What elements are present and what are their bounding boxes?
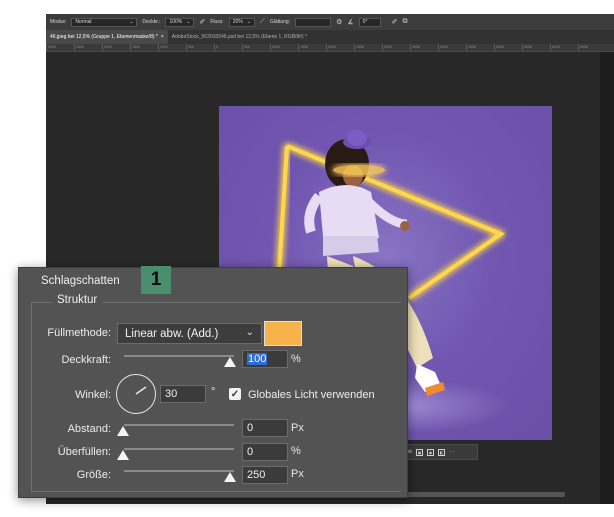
opacity-slider-thumb[interactable]: [224, 357, 236, 367]
light-flare: [333, 165, 385, 175]
spread-slider-thumb[interactable]: [117, 450, 129, 460]
mode-select[interactable]: Normal ⌄: [71, 17, 138, 27]
ruler-tick: 500: [186, 44, 214, 51]
opacity-label: Deckkr.:: [142, 19, 161, 25]
angle-dial-needle: [135, 385, 146, 395]
panel-title: Schlagschatten: [41, 275, 120, 287]
distance-label: Abstand:: [67, 423, 111, 435]
shadow-color-swatch[interactable]: [264, 321, 302, 346]
horizontal-scrollbar[interactable]: [405, 492, 565, 497]
ruler-tick: 5000: [494, 44, 522, 51]
options-bar: Modus: Normal ⌄ Deckkr.: 100% ⌄ ✐ Fluss:…: [46, 14, 614, 30]
opacity-input[interactable]: 100: [242, 350, 288, 368]
distance-slider-track[interactable]: [124, 424, 234, 426]
mode-value: Normal: [75, 19, 92, 25]
document-tabs: 46.jpeg bei 12,5% (Gruppe 1, Ebenenmaske…: [46, 30, 614, 44]
spread-label: Überfüllen:: [57, 446, 111, 458]
angle-unit: °: [211, 386, 216, 398]
smoothing-input[interactable]: [295, 17, 332, 27]
chevron-down-icon: ⌄: [245, 327, 254, 338]
ruler-tick: 4500: [466, 44, 494, 51]
global-light-label: Globales Licht verwenden: [248, 389, 375, 401]
pressure-size-icon[interactable]: ✐: [392, 18, 398, 26]
camera-icon[interactable]: ◉: [427, 448, 434, 456]
tab-document-2[interactable]: AdobeStock_562016546.psd bei 12,5% (Eben…: [168, 30, 311, 44]
blend-mode-label: Füllmethode:: [47, 327, 111, 339]
spread-value: 0: [247, 446, 254, 458]
flow-label: Fluss:: [210, 19, 224, 25]
mode-label: Modus:: [50, 19, 67, 25]
opacity-select[interactable]: 100% ⌄: [165, 17, 195, 27]
flow-value: 20%: [232, 19, 243, 25]
ruler-tick: 500: [242, 44, 270, 51]
ruler-tick: 6000: [550, 44, 578, 51]
angle-value: 30: [165, 388, 178, 400]
smoothing-label: Glättung:: [269, 19, 291, 25]
ruler-tick: 6500: [578, 44, 606, 51]
spread-slider-track[interactable]: [124, 448, 234, 450]
mask-icon[interactable]: ▣: [416, 448, 423, 456]
ruler-tick: 1000: [158, 44, 186, 51]
opacity-value: 100: [247, 353, 268, 365]
ruler-tick: 1000: [270, 44, 298, 51]
size-slider-thumb[interactable]: [224, 472, 236, 482]
angle-dial[interactable]: [116, 374, 156, 414]
angle-input[interactable]: 0°: [358, 17, 381, 27]
panel-divider: [600, 52, 614, 504]
angle-label: Winkel:: [74, 389, 111, 401]
spread-input[interactable]: 0: [242, 443, 288, 461]
global-light-checkbox[interactable]: ✓: [229, 388, 241, 400]
ruler-tick: 3500: [410, 44, 438, 51]
ruler-tick: 3000: [382, 44, 410, 51]
ruler-tick: 0: [214, 44, 242, 51]
opacity-value: 100%: [169, 19, 183, 25]
chevron-down-icon: ⌄: [186, 19, 191, 25]
horizontal-ruler: 3000 2500 2000 1500 1000 500 0 500 1000 1500 2000 2…: [46, 44, 614, 52]
angle-value: 0°: [362, 19, 368, 25]
flow-select[interactable]: 20% ⌄: [228, 17, 255, 27]
blend-mode-select[interactable]: Linear abw. (Add.) ⌄: [117, 323, 262, 344]
airbrush-icon[interactable]: ⟋: [260, 18, 265, 26]
blend-mode-value: Linear abw. (Add.): [125, 327, 219, 340]
opacity-label: Deckkraft:: [61, 354, 111, 366]
adjust-icon[interactable]: ◧: [438, 448, 445, 456]
ruler-tick: 4000: [438, 44, 466, 51]
ruler-tick: 2000: [102, 44, 130, 51]
distance-unit: Px: [291, 422, 304, 434]
ruler-tick: 5500: [522, 44, 550, 51]
distance-value: 0: [247, 422, 254, 434]
ruler-tick: 2500: [354, 44, 382, 51]
ruler-tick: 1500: [298, 44, 326, 51]
ruler-tick: 1500: [130, 44, 158, 51]
size-label: Größe:: [76, 469, 111, 481]
size-unit: Px: [291, 468, 304, 480]
pressure-opacity-icon[interactable]: ✐: [199, 18, 205, 26]
layer-style-panel: Schlagschatten Struktur Füllmethode: Lin…: [18, 267, 408, 498]
angle-input[interactable]: 30: [160, 385, 206, 403]
angle-icon: ∡: [347, 19, 354, 26]
tab-label: AdobeStock_562016546.psd bei 12,5% (Eben…: [171, 34, 307, 40]
gear-icon[interactable]: ⚙: [336, 18, 342, 26]
ruler-tick: 3000: [46, 44, 74, 51]
spread-unit: %: [291, 445, 301, 457]
group-title: Struktur: [52, 294, 103, 306]
tab-label: 46.jpeg bei 12,5% (Gruppe 1, Ebenenmaske…: [50, 34, 158, 40]
opacity-slider-track[interactable]: [124, 355, 234, 357]
step-badge: 1: [141, 266, 171, 294]
distance-slider-thumb[interactable]: [117, 426, 129, 436]
chevron-down-icon: ⌄: [246, 19, 251, 25]
ruler-tick: 2000: [326, 44, 354, 51]
contextual-task-bar: sk ▣ ◉ ◧ ···: [404, 444, 478, 460]
size-value: 250: [247, 469, 266, 481]
more-icon[interactable]: ···: [449, 449, 454, 455]
opacity-unit: %: [291, 353, 301, 365]
size-input[interactable]: 250: [242, 466, 288, 484]
size-slider-track[interactable]: [124, 470, 234, 472]
ruler-tick: 2500: [74, 44, 102, 51]
tab-document-1[interactable]: 46.jpeg bei 12,5% (Gruppe 1, Ebenenmaske…: [46, 30, 168, 44]
symmetry-icon[interactable]: ⧉: [403, 18, 408, 26]
chevron-down-icon: ⌄: [129, 19, 134, 25]
distance-input[interactable]: 0: [242, 419, 288, 437]
close-icon[interactable]: ×: [161, 34, 164, 40]
